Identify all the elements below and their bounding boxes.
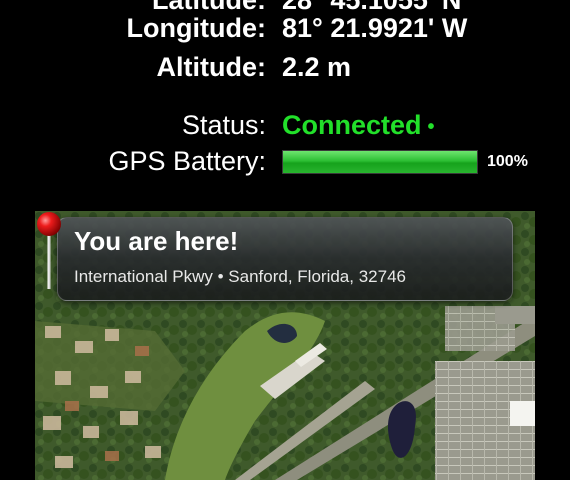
gps-battery-row: GPS Battery: 100% (0, 141, 570, 181)
callout-address: International Pkwy • Sanford, Florida, 3… (74, 267, 406, 286)
longitude-label: Longitude: (126, 13, 266, 43)
altitude-value: 2.2 m (282, 52, 352, 82)
longitude-value: 81° 21.9921' W (282, 13, 468, 43)
callout-title: You are here! (74, 226, 239, 256)
red-map-pin-icon[interactable] (35, 211, 63, 291)
gps-battery-fill (283, 151, 477, 173)
satellite-map[interactable]: You are here! International Pkwy • Sanfo… (35, 211, 535, 480)
status-row: Status: Connected • (0, 105, 570, 145)
status-dot-icon: • (427, 115, 435, 138)
gps-battery-bar (282, 150, 478, 174)
gps-battery-label: GPS Battery: (108, 146, 266, 176)
altitude-row: Altitude: 2.2 m (0, 47, 570, 87)
longitude-row: Longitude: 81° 21.9921' W (0, 8, 570, 48)
status-label: Status: (181, 110, 266, 140)
gps-battery-percent: 100% (487, 153, 528, 170)
status-text: Connected (282, 110, 422, 140)
you-are-here-callout[interactable]: You are here! International Pkwy • Sanfo… (57, 217, 513, 301)
altitude-label: Altitude: (156, 52, 266, 82)
